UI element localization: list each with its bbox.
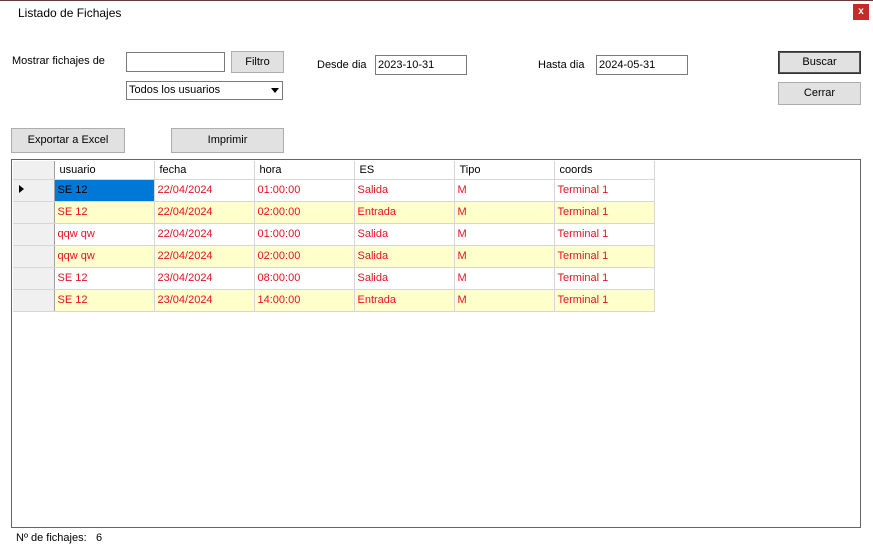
row-header[interactable]	[13, 223, 55, 246]
fichajes-count-label: Nº de fichajes:	[16, 532, 87, 544]
cell-coords[interactable]: Terminal 1	[554, 267, 655, 290]
cell-es[interactable]: Salida	[354, 267, 455, 290]
close-window-button[interactable]: x	[853, 4, 869, 20]
cell-usuario[interactable]: SE 12	[54, 201, 155, 224]
current-row-arrow-icon	[19, 185, 24, 193]
cell-coords[interactable]: Terminal 1	[554, 289, 655, 312]
row-header[interactable]	[13, 179, 55, 202]
fichajes-table: usuario fecha hora ES Tipo coords SE 12 …	[13, 161, 655, 312]
cell-coords[interactable]: Terminal 1	[554, 223, 655, 246]
cell-coords[interactable]: Terminal 1	[554, 245, 655, 268]
window-title: Listado de Fichajes	[18, 6, 122, 20]
window-border	[0, 0, 873, 1]
row-header[interactable]	[13, 267, 55, 290]
cell-tipo[interactable]: M	[454, 289, 555, 312]
cell-es[interactable]: Entrada	[354, 201, 455, 224]
cell-usuario[interactable]: SE 12	[54, 289, 155, 312]
cell-fecha[interactable]: 22/04/2024	[154, 201, 255, 224]
cell-fecha[interactable]: 22/04/2024	[154, 223, 255, 246]
mostrar-fichajes-label: Mostrar fichajes de	[12, 55, 105, 67]
cell-tipo[interactable]: M	[454, 267, 555, 290]
cell-hora[interactable]: 14:00:00	[254, 289, 355, 312]
cell-usuario[interactable]: SE 12	[54, 179, 155, 202]
cell-usuario[interactable]: SE 12	[54, 267, 155, 290]
cell-es[interactable]: Salida	[354, 223, 455, 246]
cell-coords[interactable]: Terminal 1	[554, 201, 655, 224]
user-select-value: Todos los usuarios	[129, 84, 221, 96]
cell-fecha[interactable]: 23/04/2024	[154, 289, 255, 312]
cell-hora[interactable]: 02:00:00	[254, 201, 355, 224]
table-header-row: usuario fecha hora ES Tipo coords	[13, 161, 655, 180]
cell-hora[interactable]: 01:00:00	[254, 223, 355, 246]
row-header[interactable]	[13, 289, 55, 312]
column-header-tipo[interactable]: Tipo	[454, 161, 555, 180]
column-header-hora[interactable]: hora	[254, 161, 355, 180]
hasta-dia-input[interactable]: 2024-05-31	[596, 55, 688, 75]
cell-tipo[interactable]: M	[454, 223, 555, 246]
cell-fecha[interactable]: 22/04/2024	[154, 179, 255, 202]
row-header-corner[interactable]	[13, 161, 55, 180]
filtro-button[interactable]: Filtro	[231, 51, 284, 73]
cell-coords[interactable]: Terminal 1	[554, 179, 655, 202]
cell-tipo[interactable]: M	[454, 179, 555, 202]
row-header[interactable]	[13, 201, 55, 224]
table-row[interactable]: qqw qw 22/04/2024 02:00:00 Salida M Term…	[13, 245, 655, 268]
table-row[interactable]: SE 12 22/04/2024 02:00:00 Entrada M Term…	[13, 201, 655, 224]
cell-tipo[interactable]: M	[454, 245, 555, 268]
table-row[interactable]: SE 12 23/04/2024 08:00:00 Salida M Termi…	[13, 267, 655, 290]
table-row[interactable]: SE 12 23/04/2024 14:00:00 Entrada M Term…	[13, 289, 655, 312]
user-select[interactable]: Todos los usuarios	[126, 81, 283, 100]
cell-usuario[interactable]: qqw qw	[54, 223, 155, 246]
cell-hora[interactable]: 08:00:00	[254, 267, 355, 290]
chevron-down-icon[interactable]	[271, 88, 279, 93]
column-header-fecha[interactable]: fecha	[154, 161, 255, 180]
hasta-dia-label: Hasta dia	[538, 59, 585, 71]
desde-dia-label: Desde dia	[317, 59, 367, 71]
mostrar-fichajes-input[interactable]	[126, 52, 225, 72]
fichajes-grid[interactable]: usuario fecha hora ES Tipo coords SE 12 …	[11, 159, 861, 528]
cell-fecha[interactable]: 23/04/2024	[154, 267, 255, 290]
fichajes-count-value: 6	[96, 532, 103, 544]
cell-es[interactable]: Entrada	[354, 289, 455, 312]
column-header-coords[interactable]: coords	[554, 161, 655, 180]
column-header-es[interactable]: ES	[354, 161, 455, 180]
cell-hora[interactable]: 01:00:00	[254, 179, 355, 202]
table-row[interactable]: SE 12 22/04/2024 01:00:00 Salida M Termi…	[13, 179, 655, 202]
column-header-usuario[interactable]: usuario	[54, 161, 155, 180]
cerrar-button[interactable]: Cerrar	[778, 82, 861, 105]
cell-tipo[interactable]: M	[454, 201, 555, 224]
cell-es[interactable]: Salida	[354, 245, 455, 268]
cell-es[interactable]: Salida	[354, 179, 455, 202]
exportar-excel-button[interactable]: Exportar a Excel	[11, 128, 125, 153]
desde-dia-input[interactable]: 2023-10-31	[375, 55, 467, 75]
table-row[interactable]: qqw qw 22/04/2024 01:00:00 Salida M Term…	[13, 223, 655, 246]
cell-fecha[interactable]: 22/04/2024	[154, 245, 255, 268]
imprimir-button[interactable]: Imprimir	[171, 128, 284, 153]
cell-usuario[interactable]: qqw qw	[54, 245, 155, 268]
buscar-button[interactable]: Buscar	[778, 51, 861, 74]
row-header[interactable]	[13, 245, 55, 268]
cell-hora[interactable]: 02:00:00	[254, 245, 355, 268]
